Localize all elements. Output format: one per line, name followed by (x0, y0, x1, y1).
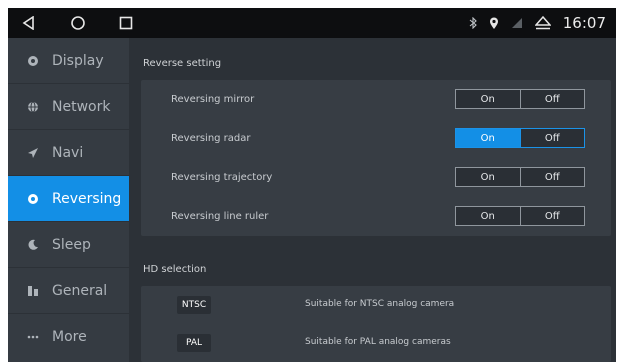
reversing-icon (26, 192, 40, 206)
sidebar-item-display[interactable]: Display (8, 38, 129, 84)
row-reversing-mirror: Reversing mirror On Off (141, 80, 611, 119)
sidebar-item-reversing[interactable]: Reversing (8, 176, 129, 222)
sidebar-item-label: Navi (52, 144, 84, 161)
status-area: 16:07 (469, 8, 606, 38)
sidebar-item-navi[interactable]: Navi (8, 130, 129, 176)
reverse-setting-title: Reverse setting (143, 58, 222, 69)
signal-icon (511, 17, 523, 29)
row-label: Reversing trajectory (171, 172, 273, 183)
sidebar-item-general[interactable]: General (8, 268, 129, 314)
on-option[interactable]: On (456, 168, 521, 186)
hd-option-pal[interactable]: PAL Suitable for PAL analog cameras (141, 324, 611, 362)
home-icon[interactable] (67, 12, 89, 34)
on-option[interactable]: On (456, 129, 521, 147)
bluetooth-icon (469, 17, 477, 29)
off-option[interactable]: Off (520, 90, 584, 108)
reversing-mirror-toggle[interactable]: On Off (455, 89, 585, 109)
globe-icon (26, 100, 40, 114)
hd-option-ntsc[interactable]: NTSC Suitable for NTSC analog camera (141, 286, 611, 324)
hd-selection-title: HD selection (143, 264, 207, 275)
row-reversing-trajectory: Reversing trajectory On Off (141, 158, 611, 197)
eject-icon[interactable] (534, 16, 551, 30)
on-option[interactable]: On (456, 207, 521, 225)
sidebar-item-label: General (52, 282, 108, 299)
on-option[interactable]: On (456, 90, 521, 108)
location-icon (489, 17, 499, 30)
recents-icon[interactable] (115, 12, 137, 34)
sidebar-item-sleep[interactable]: Sleep (8, 222, 129, 268)
off-option[interactable]: Off (520, 129, 584, 147)
row-reversing-radar: Reversing radar On Off (141, 119, 611, 158)
sidebar-item-more[interactable]: More (8, 314, 129, 360)
reversing-line-ruler-toggle[interactable]: On Off (455, 206, 585, 226)
clock: 16:07 (562, 14, 606, 32)
hd-selection-panel: NTSC Suitable for NTSC analog camera PAL… (141, 286, 611, 362)
sidebar-item-label: More (52, 329, 87, 345)
sidebar-item-label: Network (52, 98, 111, 115)
reversing-trajectory-toggle[interactable]: On Off (455, 167, 585, 187)
reversing-radar-toggle[interactable]: On Off (455, 128, 585, 148)
sidebar-item-network[interactable]: Network (8, 84, 129, 130)
status-bar: 16:07 (8, 8, 616, 38)
off-option[interactable]: Off (520, 168, 584, 186)
settings-sidebar: Display Network Navi Reversing Sleep Gen… (8, 38, 129, 362)
more-icon (26, 330, 40, 344)
general-icon (26, 284, 40, 298)
settings-content: Reverse setting Reversing mirror On Off … (129, 38, 616, 362)
pal-badge: PAL (177, 334, 211, 352)
off-option[interactable]: Off (520, 207, 584, 225)
back-icon[interactable] (18, 12, 40, 34)
navigation-icon (26, 146, 40, 160)
reverse-settings-panel: Reversing mirror On Off Reversing radar … (141, 80, 611, 236)
head-unit-screen: 16:07 Display Network Navi Reversing Sle… (8, 8, 616, 362)
sidebar-item-label: Sleep (52, 236, 91, 253)
row-label: Reversing mirror (171, 94, 255, 105)
ntsc-badge: NTSC (177, 296, 211, 314)
ntsc-description: Suitable for NTSC analog camera (305, 299, 455, 309)
row-label: Reversing radar (171, 133, 251, 144)
row-reversing-line-ruler: Reversing line ruler On Off (141, 197, 611, 236)
sidebar-item-label: Display (52, 52, 104, 69)
row-label: Reversing line ruler (171, 211, 269, 222)
moon-icon (26, 238, 40, 252)
sidebar-item-label: Reversing (52, 190, 122, 207)
pal-description: Suitable for PAL analog cameras (305, 337, 451, 347)
display-icon (26, 54, 40, 68)
